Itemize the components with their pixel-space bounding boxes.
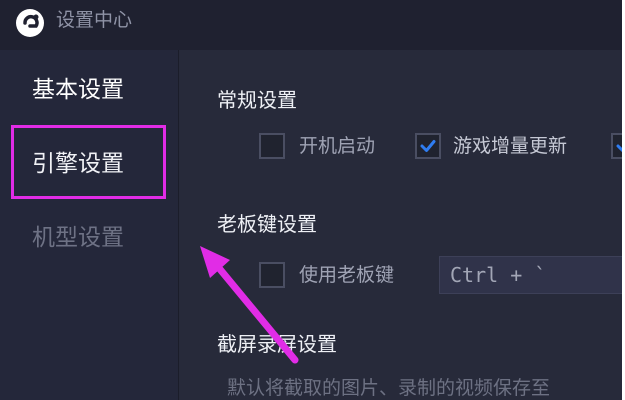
incremental-update-label: 游戏增量更新	[453, 135, 568, 157]
checkmark-icon	[420, 140, 436, 152]
startup-checkbox[interactable]	[259, 133, 285, 159]
settings-sidebar: 基本设置 引擎设置 机型设置	[0, 50, 179, 400]
sidebar-item-engine[interactable]: 引擎设置	[10, 132, 168, 196]
boss-key-label: 使用老板键	[299, 264, 395, 286]
settings-content: 常规设置 开机启动 游戏增量更新 老板键设置 使用老板键 Ctrl + ` 截屏…	[179, 50, 622, 400]
checkmark-icon	[616, 144, 622, 152]
sidebar-item-basic[interactable]: 基本设置	[10, 58, 168, 122]
boss-key-hotkey-field[interactable]: Ctrl + `	[439, 256, 622, 294]
option-three-checkbox[interactable]	[611, 133, 622, 159]
sidebar-item-device-model[interactable]: 机型设置	[10, 206, 168, 270]
startup-label: 开机启动	[299, 135, 376, 157]
title-bar: 设置中心	[0, 0, 622, 50]
general-settings-title: 常规设置	[217, 88, 297, 112]
settings-window: 设置中心 基本设置 引擎设置 机型设置 常规设置 开机启动 游戏增量更新 老板键…	[0, 0, 622, 400]
capture-save-path-description: 默认将截取的图片、录制的视频保存至	[227, 377, 551, 399]
capture-settings-title: 截屏录屏设置	[217, 332, 337, 356]
boss-key-settings-title: 老板键设置	[217, 212, 317, 236]
boss-key-checkbox[interactable]	[259, 262, 285, 288]
app-logo-icon	[16, 9, 44, 37]
incremental-update-checkbox[interactable]	[415, 133, 441, 159]
window-title: 设置中心	[56, 9, 133, 31]
